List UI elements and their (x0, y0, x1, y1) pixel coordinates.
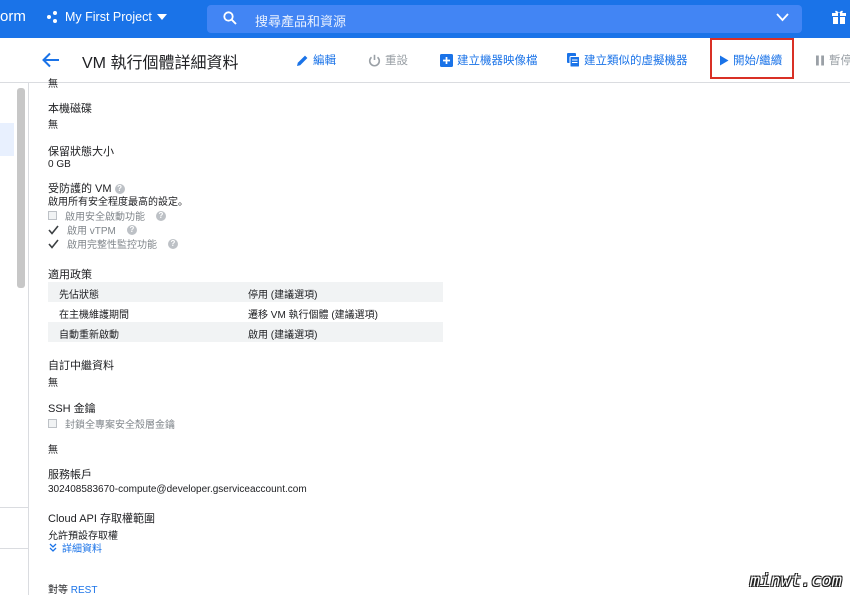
block-ssh-checkbox[interactable] (48, 419, 57, 428)
local-disk-value: 無 (48, 120, 58, 131)
details-link[interactable]: 詳細資料 (62, 540, 102, 555)
caret-down-icon (156, 14, 167, 20)
nav-selected-item[interactable] (0, 123, 14, 156)
search-placeholder: 搜尋產品和資源 (255, 14, 347, 29)
block-ssh-label: 封鎖全專案安全殼層金鑰 (65, 420, 175, 431)
search-icon (223, 11, 237, 25)
vtpm-label: 啟用 vTPM (67, 226, 116, 237)
suspend-label: 暫停 (829, 55, 850, 67)
page-title: VM 執行個體詳細資料 (82, 55, 239, 72)
equivalent-label: 對等 (48, 585, 68, 596)
check-icon[interactable] (48, 239, 59, 249)
highlight-box (710, 38, 794, 79)
add-box-icon (440, 53, 453, 67)
policy-name: 自動重新啟動 (59, 330, 119, 341)
chevron-down-icon[interactable] (776, 13, 789, 22)
edit-label: 編輯 (313, 55, 336, 67)
rest-link[interactable]: REST (71, 585, 98, 596)
ssh-keys-value: 無 (48, 445, 58, 456)
integrity-option: 啟用完整性監控功能? (48, 236, 178, 251)
custom-metadata-value: 無 (48, 378, 58, 389)
brand-text[interactable]: orm (0, 8, 26, 25)
pencil-icon (297, 55, 308, 66)
copy-icon (567, 53, 580, 67)
nav-divider (0, 507, 28, 508)
nav-divider (0, 548, 28, 549)
create-machine-image-button[interactable]: 建立機器映像檔 (440, 52, 538, 68)
create-image-label: 建立機器映像檔 (457, 55, 538, 67)
nav-scrollbar[interactable] (17, 88, 25, 288)
block-ssh-option: 封鎖全專案安全殼層金鑰 (48, 416, 175, 431)
custom-metadata-label: 自訂中繼資料 (48, 360, 114, 372)
reserved-state-label: 保留狀態大小 (48, 146, 114, 158)
policy-value: 啟用 (建議選項) (248, 330, 318, 341)
help-icon[interactable]: ? (126, 224, 137, 235)
service-account-label: 服務帳戶 (48, 469, 92, 481)
local-disk-label: 本機磁碟 (48, 103, 92, 115)
equivalent-rest: 對等 REST (48, 581, 97, 596)
check-icon[interactable] (48, 225, 59, 235)
service-account-value: 302408583670-compute@developer.gservicea… (48, 484, 307, 495)
secure-boot-label: 啟用安全啟動功能 (65, 212, 145, 223)
policy-value: 停用 (建議選項) (248, 290, 318, 301)
cloud-api-label: Cloud API 存取權範圍 (48, 513, 155, 525)
reset-label: 重設 (385, 55, 408, 67)
project-selector[interactable]: My First Project (47, 10, 167, 24)
ssh-keys-label: SSH 金鑰 (48, 403, 96, 415)
policy-row: 自動重新啟動 啟用 (建議選項) (48, 322, 443, 342)
gift-icon[interactable] (832, 9, 846, 24)
suspend-button[interactable]: 暫停 (815, 52, 850, 68)
partial-value: 無 (48, 79, 58, 90)
policy-row: 在主機維護期間 遷移 VM 執行個體 (建議選項) (48, 302, 443, 322)
policy-name: 先佔狀態 (59, 290, 99, 301)
help-icon[interactable]: ? (168, 238, 178, 249)
power-icon (368, 54, 381, 66)
project-icon (47, 10, 60, 24)
back-arrow-icon[interactable] (42, 52, 60, 68)
vtpm-option: 啟用 vTPM? (48, 222, 137, 237)
secure-boot-option: 啟用安全啟動功能? (48, 208, 166, 223)
secure-boot-checkbox[interactable] (48, 211, 57, 220)
details-toggle[interactable]: 詳細資料 (48, 540, 102, 555)
policy-row: 先佔狀態 停用 (建議選項) (48, 282, 443, 302)
create-similar-label: 建立類似的虛擬機器 (584, 55, 688, 67)
double-chevron-down-icon (49, 543, 57, 552)
pause-icon (816, 55, 824, 65)
help-icon[interactable]: ? (156, 210, 166, 221)
shielded-vm-description: 啟用所有安全程度最高的設定。 (48, 197, 188, 208)
create-similar-vm-button[interactable]: 建立類似的虛擬機器 (567, 52, 688, 68)
policy-value: 遷移 VM 執行個體 (建議選項) (248, 310, 378, 321)
reserved-state-value: 0 GB (48, 159, 71, 170)
watermark: minwt.com (749, 571, 842, 591)
search-input[interactable]: 搜尋產品和資源 (207, 5, 802, 33)
project-name: My First Project (65, 10, 152, 24)
policy-label: 適用政策 (48, 269, 92, 281)
reset-button[interactable]: 重設 (368, 52, 408, 68)
integrity-label: 啟用完整性監控功能 (67, 240, 157, 251)
edit-button[interactable]: 編輯 (296, 52, 336, 68)
policy-name: 在主機維護期間 (59, 310, 129, 321)
